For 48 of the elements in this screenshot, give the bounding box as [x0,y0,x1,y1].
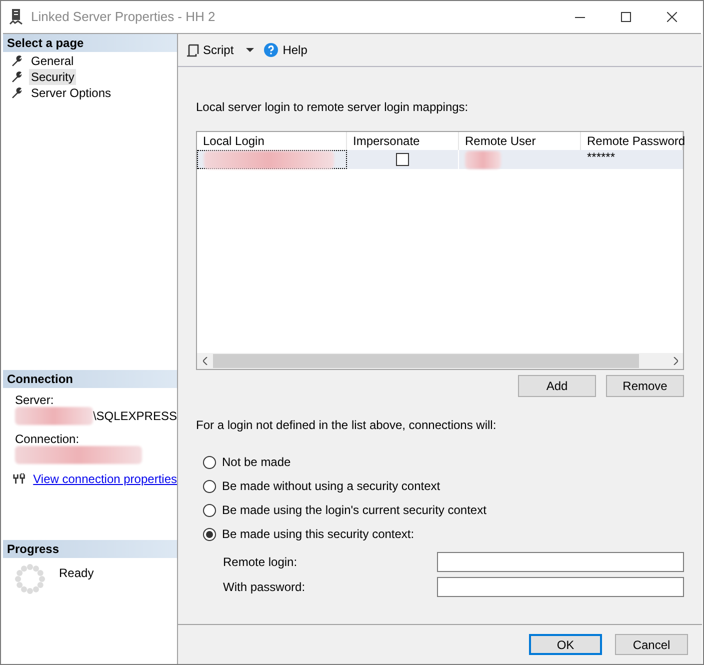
context-radio[interactable]: Not be made [203,455,684,469]
server-value: \SQLEXPRESS [92,408,177,425]
context-radio[interactable]: Be made using the login's current security context [203,503,684,517]
section-header: Progress [3,540,177,558]
credential-input[interactable] [437,552,684,572]
grid-row[interactable]: ****** [197,150,683,169]
wrench-icon [11,55,23,67]
mappings-label: Local server login to remote server login mappings: [196,99,470,116]
page-item[interactable]: Security [29,69,76,85]
spinner-icon [15,564,45,594]
server-icon [9,8,23,26]
dialog-button[interactable]: Cancel [615,634,688,655]
view-connection-link[interactable]: View connection properties [33,470,177,488]
dropdown-caret-icon[interactable] [246,48,254,52]
help-icon [264,43,278,57]
close-icon [667,12,677,22]
field-label: With password: [223,579,306,596]
section-header: Select a page [3,34,177,52]
script-button[interactable]: Script [186,41,234,59]
wrench-icon [11,87,23,99]
progress-status: Ready [59,565,94,582]
grid-cell-text: ****** [586,150,616,166]
plug-icon [13,473,26,485]
help-button[interactable]: Help [264,41,308,59]
scrollbar-thumb[interactable] [213,354,639,368]
wrench-icon [11,71,23,83]
context-label: For a login not defined in the list above, connections will: [196,417,498,434]
dialog-button[interactable]: OK [529,634,602,655]
minimize-icon [575,16,585,18]
grid-action-button[interactable]: Add [518,375,596,397]
impersonate-checkbox[interactable] [396,153,409,166]
credential-input[interactable] [437,577,684,597]
window-title: Linked Server Properties - HH 2 [31,8,216,26]
scroll-right-icon [672,357,678,365]
redacted-text [465,150,501,168]
grid-action-button[interactable]: Remove [606,375,684,397]
maximize-icon [621,12,631,22]
context-radio[interactable]: Be made using this security context: [203,527,684,541]
server-label: Server: [15,394,55,407]
page-item[interactable]: Server Options [29,85,114,101]
connection-label: Connection: [15,433,80,446]
context-radio[interactable]: Be made without using a security context [203,479,684,493]
page-item[interactable]: General [29,53,76,69]
field-label: Remote login: [223,554,298,571]
scroll-left-icon [202,357,208,365]
section-header: Connection [3,370,177,388]
radio-circle[interactable] [203,528,216,540]
script-icon [186,44,199,56]
